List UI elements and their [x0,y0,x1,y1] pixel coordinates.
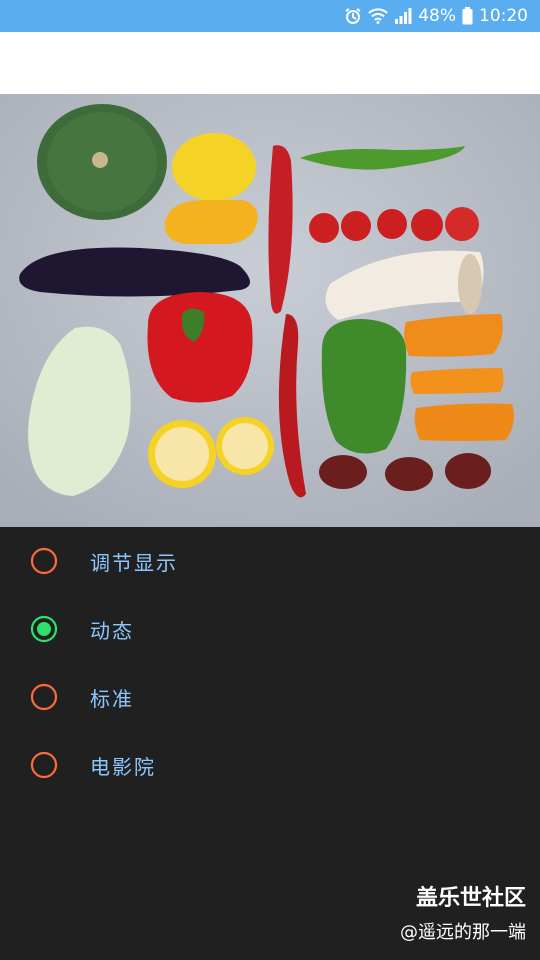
option-label: 标准 [90,686,134,711]
radio-unselected-icon[interactable] [30,751,58,779]
option-label: 动态 [90,618,134,643]
signal-icon [394,8,412,24]
back-button[interactable] [22,46,56,80]
wifi-icon [368,8,388,24]
option-adaptive[interactable]: 调节显示 [0,527,540,595]
watermark-brand: 盖乐世社区 [415,886,526,911]
status-bar: 48% 10:20 [0,0,540,32]
preview-image [0,94,540,527]
option-label: 调节显示 [90,550,178,575]
battery-percent: 48% [418,6,456,26]
clock: 10:20 [479,6,528,26]
option-standard[interactable]: 标准 [0,663,540,731]
radio-selected-icon[interactable] [30,615,58,643]
watermark-user: @遥远的那一端 [400,922,526,943]
option-dynamic[interactable]: 动态 [0,595,540,663]
vegetables-photo-icon [0,94,540,527]
option-label: 电影院 [90,754,156,779]
alarm-icon [344,7,362,25]
status-icons: 48% 10:20 [344,6,528,26]
page-title: 屏幕模式 [76,54,168,78]
option-cinema[interactable]: 电影院 [0,731,540,799]
battery-icon [462,7,473,25]
app-bar: 屏幕模式 [0,32,540,94]
radio-unselected-icon[interactable] [30,683,58,711]
watermark: 盖乐世社区 @遥远的那一端 [400,880,526,944]
radio-unselected-icon[interactable] [30,547,58,575]
chevron-left-icon [32,49,46,77]
